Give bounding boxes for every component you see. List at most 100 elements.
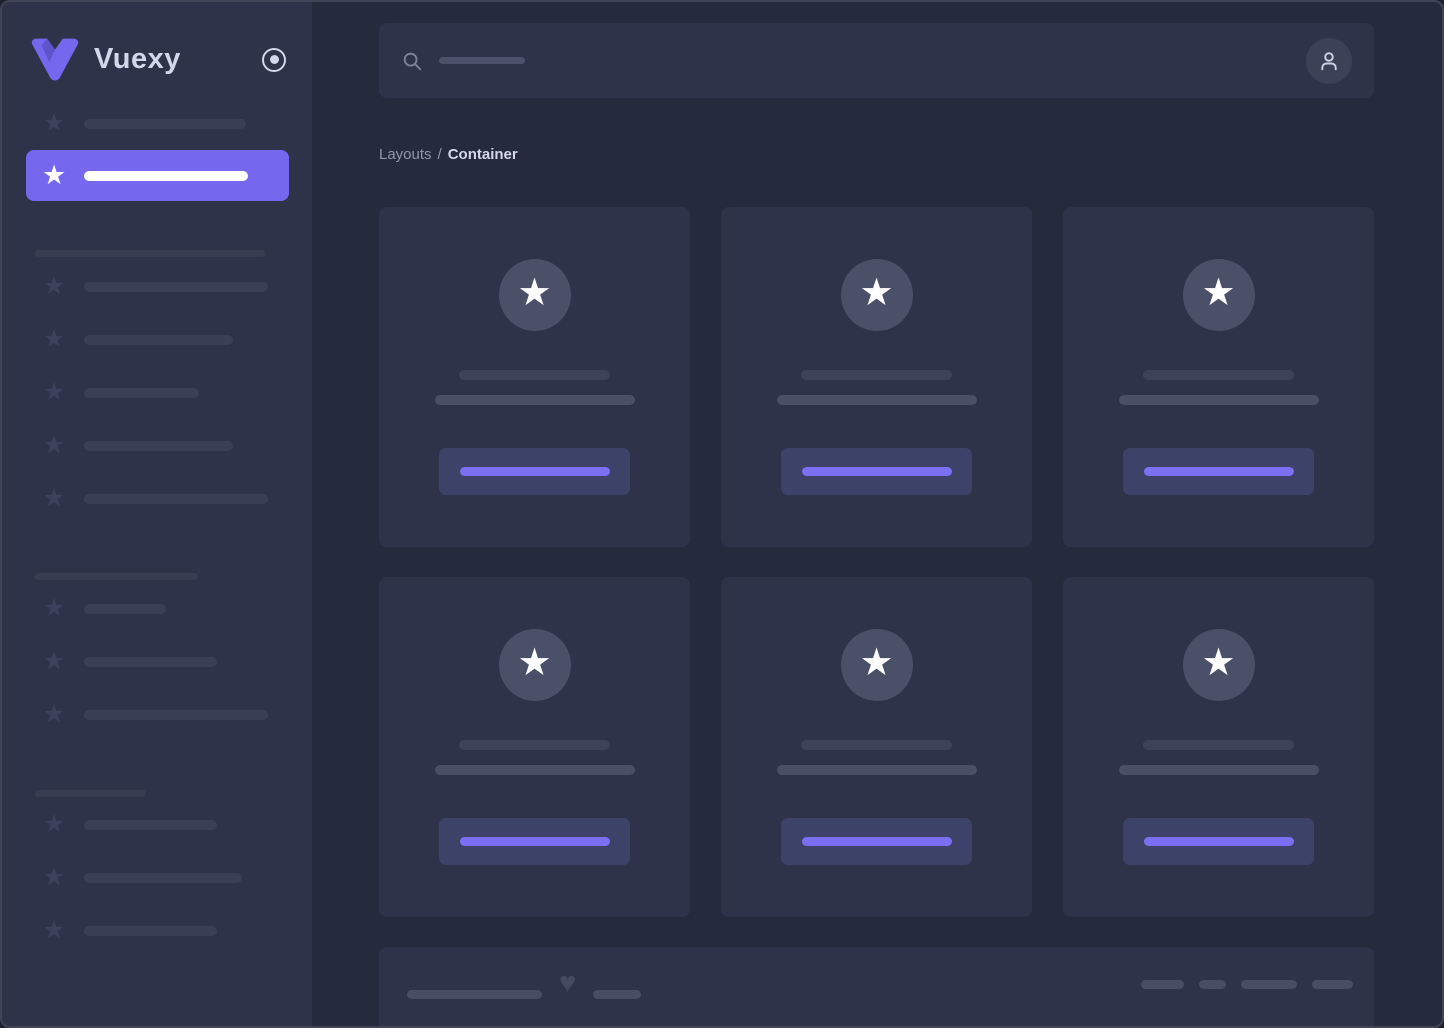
footer-left: ♥ (407, 969, 642, 1009)
star-icon: ★ (42, 700, 66, 728)
sidebar-item[interactable]: ★ (26, 904, 289, 957)
breadcrumb-separator: / (437, 146, 442, 163)
skeleton-link[interactable] (1199, 980, 1226, 989)
main-content: Layouts / Container ★ ★ ★ ★ ★ ★ ♥ (312, 2, 1442, 1026)
skeleton-bar (84, 656, 217, 667)
skeleton-bar (84, 281, 268, 292)
card-avatar: ★ (840, 259, 913, 331)
sidebar-item[interactable]: ★ (26, 851, 289, 904)
skeleton-title (1143, 370, 1294, 380)
card-avatar: ★ (1182, 259, 1255, 331)
nav-section-header-skeleton (35, 573, 198, 580)
footer: ♥ (379, 947, 1374, 1026)
card: ★ (1063, 207, 1374, 547)
brand[interactable]: Vuexy (30, 37, 181, 83)
skeleton-bar (84, 872, 242, 883)
skeleton-button-label (801, 837, 952, 846)
brand-name: Vuexy (94, 43, 181, 75)
breadcrumb-section[interactable]: Layouts (379, 146, 432, 163)
skeleton-button-label (459, 467, 610, 476)
skeleton-link[interactable] (1312, 980, 1353, 989)
star-icon: ★ (42, 594, 66, 622)
app-window: Vuexy ★ ★ ★ ★ ★ ★ ★ ★ ★ ★ ★ ★ ★ Layouts … (0, 0, 1444, 1028)
star-icon: ★ (42, 810, 66, 838)
sidebar-header: Vuexy (2, 2, 312, 82)
star-icon: ★ (42, 431, 66, 459)
skeleton-bar (84, 603, 166, 614)
card-action-button[interactable] (1123, 818, 1314, 865)
star-icon: ★ (42, 109, 66, 137)
skeleton-bar (84, 819, 217, 830)
card-avatar: ★ (498, 259, 571, 331)
sidebar-item[interactable]: ★ (26, 97, 289, 150)
sidebar-item[interactable]: ★ (26, 688, 289, 741)
skeleton-title (459, 370, 610, 380)
sidebar-nav: ★ ★ ★ ★ ★ ★ ★ ★ ★ ★ ★ ★ ★ (2, 82, 312, 957)
skeleton-bar (593, 990, 642, 999)
sidebar-item[interactable]: ★ (26, 366, 289, 419)
sidebar-item[interactable]: ★ (26, 419, 289, 472)
nav-pin-toggle-dot (269, 55, 279, 64)
skeleton-subtitle (776, 765, 977, 775)
skeleton-bar (84, 387, 199, 398)
star-icon: ★ (1201, 272, 1236, 314)
sidebar-item-active[interactable]: ★ (26, 150, 289, 201)
card-action-button[interactable] (1123, 448, 1314, 495)
card-action-button[interactable] (439, 448, 630, 495)
skeleton-bar (84, 925, 217, 936)
star-icon: ★ (517, 642, 552, 684)
breadcrumb-current: Container (447, 146, 518, 163)
card: ★ (721, 207, 1032, 547)
sidebar-item[interactable]: ★ (26, 635, 289, 688)
skeleton-button-label (1143, 837, 1294, 846)
skeleton-subtitle (434, 765, 635, 775)
sidebar: Vuexy ★ ★ ★ ★ ★ ★ ★ ★ ★ ★ ★ ★ ★ (2, 2, 312, 1026)
nav-pin-toggle-icon[interactable] (262, 47, 286, 72)
skeleton-title (1143, 740, 1294, 750)
breadcrumb: Layouts / Container (379, 146, 1374, 163)
skeleton-bar (84, 118, 246, 129)
card-avatar: ★ (1182, 629, 1255, 701)
card-grid: ★ ★ ★ ★ ★ ★ (379, 207, 1374, 917)
skeleton-bar (84, 709, 268, 720)
star-icon: ★ (42, 325, 66, 353)
skeleton-button-label (459, 837, 610, 846)
skeleton-title (801, 740, 952, 750)
footer-links (1141, 980, 1353, 989)
star-icon: ★ (859, 642, 894, 684)
skeleton-bar (84, 170, 248, 181)
card-action-button[interactable] (781, 448, 972, 495)
card: ★ (379, 577, 690, 917)
sidebar-item[interactable]: ★ (26, 472, 289, 525)
sidebar-item[interactable]: ★ (26, 313, 289, 366)
skeleton-subtitle (1118, 765, 1319, 775)
sidebar-item[interactable]: ★ (26, 582, 289, 635)
search-bar[interactable] (379, 23, 1374, 98)
skeleton-title (801, 370, 952, 380)
card-action-button[interactable] (781, 818, 972, 865)
star-icon: ★ (42, 378, 66, 406)
skeleton-bar (407, 990, 542, 999)
vuexy-logo-icon (31, 38, 79, 80)
sidebar-item[interactable]: ★ (26, 260, 289, 313)
heart-icon: ♥ (559, 967, 577, 999)
nav-section-header-skeleton (35, 790, 146, 797)
skeleton-link[interactable] (1141, 980, 1184, 989)
skeleton-button-label (801, 467, 952, 476)
star-icon: ★ (42, 160, 67, 190)
card-action-button[interactable] (439, 818, 630, 865)
nav-section-header-skeleton (35, 250, 265, 257)
skeleton-title (459, 740, 610, 750)
card-avatar: ★ (840, 629, 913, 701)
star-icon: ★ (42, 272, 66, 300)
sidebar-item[interactable]: ★ (26, 798, 289, 851)
skeleton-subtitle (776, 395, 977, 405)
skeleton-link[interactable] (1241, 980, 1297, 989)
star-icon: ★ (859, 272, 894, 314)
card: ★ (721, 577, 1032, 917)
user-avatar[interactable] (1306, 37, 1352, 84)
star-icon: ★ (42, 916, 66, 944)
card: ★ (1063, 577, 1374, 917)
star-icon: ★ (517, 272, 552, 314)
skeleton-bar (84, 440, 233, 451)
